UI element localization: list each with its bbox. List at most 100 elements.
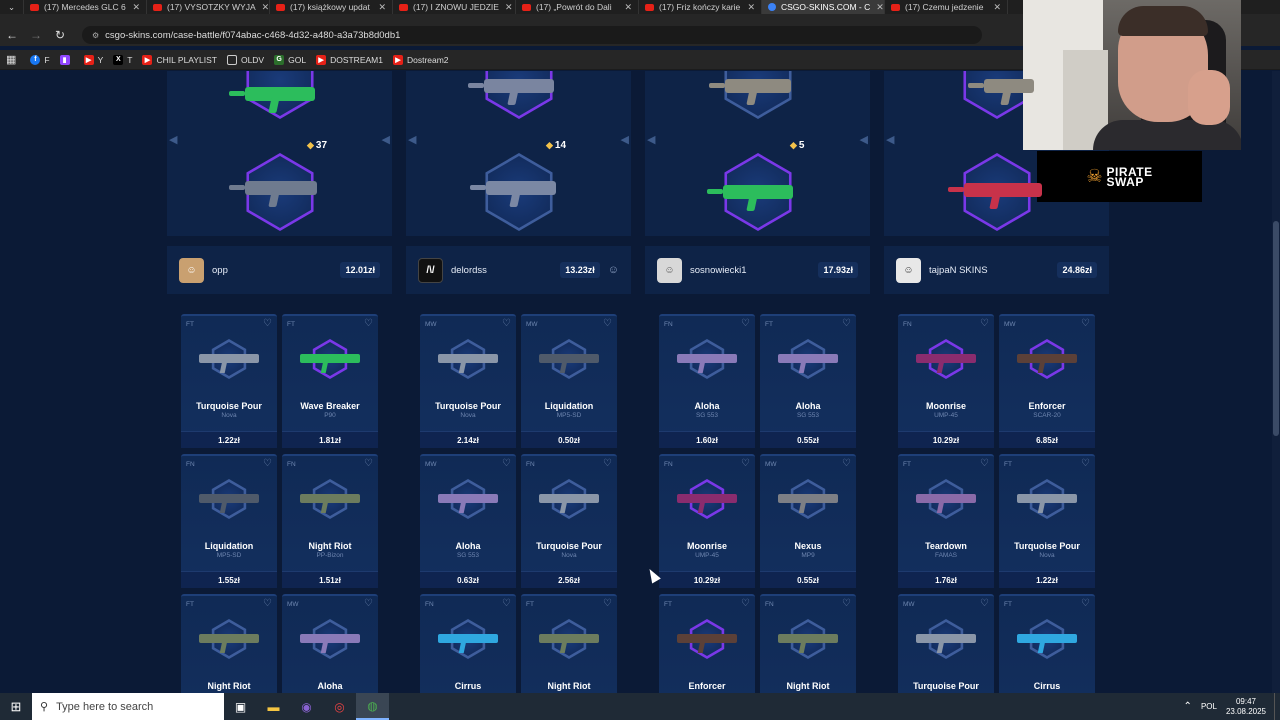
heart-icon[interactable]: ♡ — [741, 598, 750, 609]
heart-icon[interactable]: ♡ — [1081, 598, 1090, 609]
bookmark-x[interactable]: XT — [113, 54, 132, 65]
item-card[interactable]: MW ♡ Aloha SG 553 0.63zł — [420, 454, 516, 588]
bookmark-facebook[interactable]: fF — [30, 54, 50, 65]
task-view-icon[interactable]: ▣ — [224, 693, 257, 720]
bookmark-dostream2[interactable]: ▶ Dostream2 — [392, 54, 449, 65]
item-card[interactable]: MW ♡ Enforcer SCAR-20 6.85zł — [999, 314, 1095, 448]
close-icon[interactable]: ✕ — [870, 2, 884, 13]
player-name[interactable]: sosnowiecki1 — [690, 265, 747, 276]
chrome-icon[interactable]: ◍ — [356, 693, 389, 720]
heart-icon[interactable]: ♡ — [263, 318, 272, 329]
heart-icon[interactable]: ♡ — [603, 598, 612, 609]
taskbar-search-field[interactable]: ⚲ Type here to search — [32, 693, 224, 720]
item-card[interactable]: FN ♡ Cirrus — [420, 594, 516, 693]
item-card[interactable]: FN ♡ Night Riot PP-Bizon 1.51zł — [282, 454, 378, 588]
heart-icon[interactable]: ♡ — [364, 318, 373, 329]
close-icon[interactable]: ✕ — [741, 2, 755, 13]
item-card[interactable]: FN ♡ Moonrise UMP-45 10.29zł — [659, 454, 755, 588]
avatar[interactable]: ☺ — [179, 257, 204, 283]
language-indicator[interactable]: POL — [1201, 702, 1217, 711]
heart-icon[interactable]: ♡ — [603, 318, 612, 329]
close-icon[interactable]: ✕ — [987, 2, 1001, 13]
browser-tab-active[interactable]: CSGO-SKINS.COM - C ✕ — [762, 0, 885, 14]
page-scrollbar[interactable] — [1272, 71, 1280, 693]
item-card[interactable]: FN ♡ Turquoise Pour Nova 2.56zł — [521, 454, 617, 588]
avatar[interactable]: ☺ — [657, 257, 682, 283]
player-name[interactable]: delordss — [451, 265, 487, 276]
heart-icon[interactable]: ♡ — [1081, 318, 1090, 329]
heart-icon[interactable]: ♡ — [502, 458, 511, 469]
windows-icon[interactable]: ⊞ — [0, 699, 32, 715]
item-card[interactable]: FN ♡ Moonrise UMP-45 10.29zł — [898, 314, 994, 448]
heart-icon[interactable]: ♡ — [364, 458, 373, 469]
close-icon[interactable]: ✕ — [618, 2, 632, 13]
item-card[interactable]: FT ♡ Cirrus — [999, 594, 1095, 693]
folder-icon[interactable]: ▬ — [257, 693, 290, 720]
heart-icon[interactable]: ♡ — [603, 458, 612, 469]
item-card[interactable]: FT ♡ Teardown FAMAS 1.76zł — [898, 454, 994, 588]
bookmark-oldv[interactable]: OLDV — [226, 54, 264, 65]
browser-tab[interactable]: (17) Czemu jedzenie ✕ — [885, 0, 1008, 14]
heart-icon[interactable]: ♡ — [842, 458, 851, 469]
browser-tab[interactable]: (17) Friz kończy karie ✕ — [639, 0, 762, 14]
avatar[interactable]: ☺ — [896, 257, 921, 283]
item-card[interactable]: FN ♡ Liquidation MP5-SD 1.55zł — [181, 454, 277, 588]
app-icon[interactable]: ◉ — [290, 693, 323, 720]
reload-icon[interactable]: ↻ — [48, 28, 72, 42]
heart-icon[interactable]: ♡ — [980, 318, 989, 329]
bookmark-dostream1[interactable]: ▶ DOSTREAM1 — [316, 54, 383, 65]
chevron-up-icon[interactable]: ⌃ — [1184, 701, 1192, 712]
item-card[interactable]: FN ♡ Night Riot — [760, 594, 856, 693]
forward-icon[interactable]: → — [24, 28, 48, 42]
item-card[interactable]: FT ♡ Night Riot — [181, 594, 277, 693]
heart-icon[interactable]: ♡ — [741, 318, 750, 329]
item-card[interactable]: FT ♡ Wave Breaker P90 1.81zł — [282, 314, 378, 448]
item-card[interactable]: MW ♡ Aloha — [282, 594, 378, 693]
heart-icon[interactable]: ♡ — [263, 458, 272, 469]
url-field[interactable]: ⚙ csgo-skins.com/case-battle/f074abac-c46… — [82, 26, 982, 44]
heart-icon[interactable]: ♡ — [502, 318, 511, 329]
scrollbar-thumb[interactable] — [1273, 221, 1279, 436]
heart-icon[interactable]: ♡ — [842, 318, 851, 329]
heart-icon[interactable]: ♡ — [980, 598, 989, 609]
heart-icon[interactable]: ♡ — [842, 598, 851, 609]
close-icon[interactable]: ✕ — [499, 2, 513, 13]
back-icon[interactable]: ← — [0, 28, 24, 42]
heart-icon[interactable]: ♡ — [502, 598, 511, 609]
browser-tab[interactable]: (17) I ZNOWU JEDZIE ✕ — [393, 0, 516, 14]
heart-icon[interactable]: ♡ — [741, 458, 750, 469]
bookmark-twitch[interactable]: ▮ — [59, 54, 74, 65]
bookmark-chil-playlist[interactable]: ▶ CHIL PLAYLIST — [142, 54, 217, 65]
player-name[interactable]: tajpaN SKINS — [929, 265, 988, 276]
browser-tab[interactable]: (17) „Powrót do Dali ✕ — [516, 0, 639, 14]
item-card[interactable]: MW ♡ Turquoise Pour — [898, 594, 994, 693]
heart-icon[interactable]: ♡ — [980, 458, 989, 469]
item-card[interactable]: MW ♡ Nexus MP9 0.55zł — [760, 454, 856, 588]
browser-tab[interactable]: (17) Mercedes GLC 6 ✕ — [24, 0, 147, 14]
item-card[interactable]: MW ♡ Liquidation MP5-SD 0.50zł — [521, 314, 617, 448]
obs-icon[interactable]: ◎ — [323, 693, 356, 720]
tab-search-icon[interactable]: ⌄ — [0, 0, 24, 14]
item-card[interactable]: FT ♡ Enforcer — [659, 594, 755, 693]
browser-tab[interactable]: (17) książkowy updat ✕ — [270, 0, 393, 14]
show-desktop-button[interactable] — [1274, 693, 1280, 720]
item-card[interactable]: FN ♡ Aloha SG 553 1.60zł — [659, 314, 755, 448]
player-name[interactable]: opp — [212, 265, 228, 276]
close-icon[interactable]: ✕ — [256, 2, 269, 13]
heart-icon[interactable]: ♡ — [1081, 458, 1090, 469]
close-icon[interactable]: ✕ — [372, 2, 386, 13]
heart-icon[interactable]: ♡ — [263, 598, 272, 609]
close-icon[interactable]: ✕ — [126, 2, 140, 13]
item-card[interactable]: FT ♡ Aloha SG 553 0.55zł — [760, 314, 856, 448]
apps-icon[interactable]: ▦ — [6, 53, 16, 66]
avatar[interactable]: /\/ — [418, 257, 443, 283]
item-card[interactable]: FT ♡ Turquoise Pour Nova 1.22zł — [181, 314, 277, 448]
clock[interactable]: 09:47 23.08.2025 — [1226, 697, 1266, 717]
site-info-icon[interactable]: ⚙ — [92, 31, 99, 40]
browser-tab[interactable]: (17) VYSOTZKY WYJA ✕ — [147, 0, 270, 14]
item-card[interactable]: MW ♡ Turquoise Pour Nova 2.14zł — [420, 314, 516, 448]
bookmark-youtube[interactable]: ▶ Y — [83, 54, 103, 65]
item-card[interactable]: FT ♡ Turquoise Pour Nova 1.22zł — [999, 454, 1095, 588]
bookmark-gol[interactable]: G GOL — [274, 54, 306, 65]
heart-icon[interactable]: ♡ — [364, 598, 373, 609]
